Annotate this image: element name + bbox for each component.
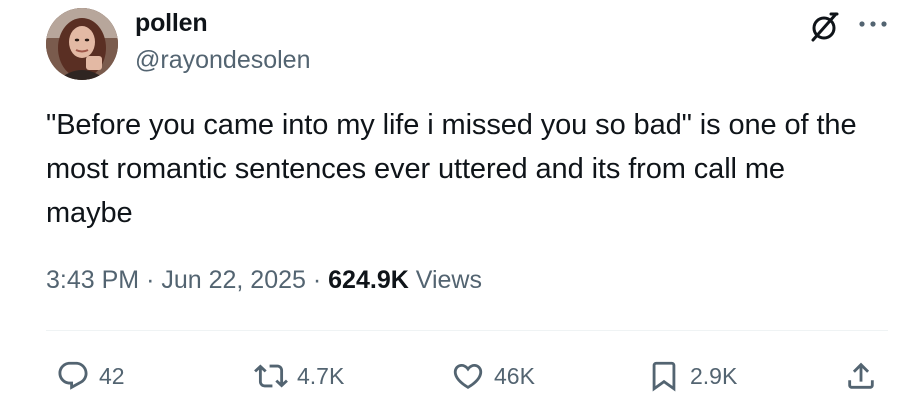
repost-count: 4.7K (297, 362, 345, 389)
reply-count: 42 (99, 362, 125, 389)
tweet-text: "Before you came into my life i missed y… (46, 109, 857, 229)
more-icon[interactable] (856, 14, 890, 34)
divider (46, 330, 888, 331)
repost-icon (254, 364, 288, 388)
tweet-meta: 3:43 PM · Jun 22, 2025 · 624.9K Views (46, 266, 482, 295)
bookmark-count: 2.9K (690, 362, 738, 389)
meta-separator: · (146, 266, 155, 294)
grok-icon[interactable] (807, 10, 841, 44)
avatar-image (46, 8, 118, 80)
bookmark-icon (652, 361, 676, 392)
bookmark-button[interactable]: 2.9K (647, 356, 737, 396)
share-button[interactable] (844, 356, 878, 396)
reply-button[interactable]: 42 (56, 356, 125, 396)
repost-button[interactable]: 4.7K (254, 356, 344, 396)
views-label: Views (415, 266, 482, 294)
author-handle[interactable]: @rayondesolen (135, 46, 311, 75)
tweet-time[interactable]: 3:43 PM (46, 266, 139, 294)
author-name[interactable]: pollen (135, 9, 208, 38)
reply-icon (58, 361, 88, 390)
like-button[interactable]: 46K (451, 356, 535, 396)
tweet-date[interactable]: Jun 22, 2025 (161, 266, 306, 294)
heart-icon (453, 363, 483, 389)
tweet-card: pollen @rayondesolen "Before you came in… (0, 0, 920, 416)
meta-separator: · (312, 266, 322, 294)
share-icon (848, 362, 874, 389)
like-count: 46K (494, 362, 535, 389)
avatar[interactable] (46, 8, 118, 80)
views-count: 624.9K (328, 266, 409, 294)
